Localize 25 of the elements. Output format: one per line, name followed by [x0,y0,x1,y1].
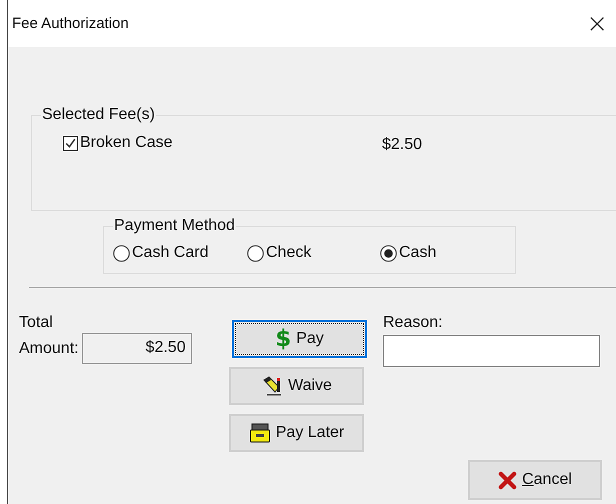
close-button[interactable]: × [578,8,616,38]
total-amount-field: $2.50 [82,333,192,364]
checkbox-icon [63,136,78,150]
payment-radio[interactable]: Cash [380,244,436,262]
reason-field[interactable] [383,335,600,367]
total-label: Total [19,314,54,332]
radio-icon [247,244,264,262]
radio-icon [113,244,130,262]
action-button[interactable]: $ Pay [232,320,367,358]
action-button[interactable]: Waive [229,367,364,405]
pen-icon [261,375,284,397]
radio-icon [380,244,397,262]
fee-checkbox[interactable]: Broken Case [63,134,382,152]
group-label: Payment Method [113,217,236,235]
payment-radio[interactable]: Cash Card [113,244,247,262]
group-label: Selected Fee(s) [41,106,156,124]
action-button[interactable]: Pay Later [229,414,364,452]
fee-amount: $2.50 [382,135,422,154]
cancel-button[interactable]: Cancel [468,460,602,500]
drawer-icon [248,422,271,444]
reason-label: Reason: [383,314,444,332]
window-title: Fee Authorization [12,15,129,32]
x-icon [498,470,518,490]
payment-radio[interactable]: Check [247,244,380,262]
amount-label: Amount: [19,340,79,358]
